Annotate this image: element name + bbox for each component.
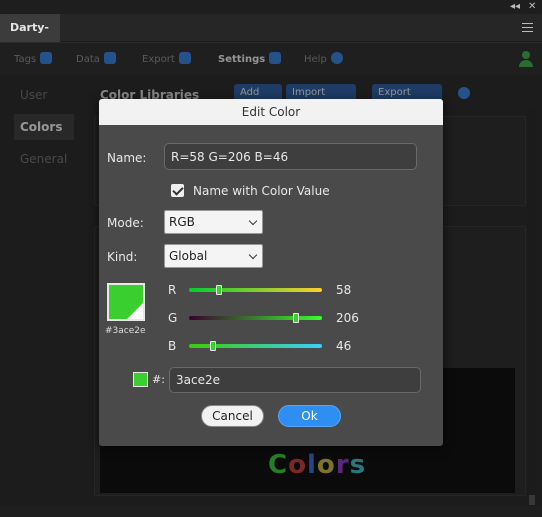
red-channel-label: R xyxy=(168,283,177,297)
blue-channel-label: B xyxy=(168,339,177,353)
green-channel-label: G xyxy=(168,311,178,325)
blue-slider-knob[interactable] xyxy=(209,341,216,351)
red-slider-track[interactable] xyxy=(189,288,322,292)
chevron-down-icon xyxy=(248,216,258,226)
dialog-title: Edit Color xyxy=(99,99,443,125)
kind-label: Kind: xyxy=(107,250,138,264)
panel-titlebar: Darty-Ai. xyxy=(0,14,542,62)
blue-slider-track[interactable] xyxy=(189,344,322,348)
green-slider-track[interactable] xyxy=(189,316,322,320)
red-value: 58 xyxy=(336,283,352,297)
cancel-button[interactable]: Cancel xyxy=(201,405,264,427)
menu-icon[interactable] xyxy=(522,23,533,32)
green-slider-knob[interactable] xyxy=(293,313,300,323)
window-top-strip: ◂◂ ✕ xyxy=(0,0,542,14)
hex-input[interactable] xyxy=(169,367,421,393)
kind-select-value: Global xyxy=(169,249,208,263)
name-label: Name: xyxy=(107,151,147,165)
close-panel-icon[interactable]: ✕ xyxy=(528,1,536,12)
mode-select-value: RGB xyxy=(169,215,195,229)
status-bar xyxy=(0,506,542,517)
chevron-down-icon xyxy=(248,250,258,260)
name-with-value-checkbox[interactable] xyxy=(171,184,184,197)
swatch-hex-label: #3ace2e xyxy=(105,326,146,336)
mode-label: Mode: xyxy=(107,216,144,230)
green-value: 206 xyxy=(336,311,359,325)
hex-label: #: xyxy=(152,373,165,386)
ok-button[interactable]: Ok xyxy=(278,405,341,427)
kind-select[interactable]: Global xyxy=(164,244,263,268)
red-slider-knob[interactable] xyxy=(216,285,223,295)
color-preview-swatch xyxy=(107,283,145,321)
mode-select[interactable]: RGB xyxy=(164,210,263,234)
blue-value: 46 xyxy=(336,339,352,353)
hex-color-swatch xyxy=(133,372,148,387)
color-name-input[interactable] xyxy=(164,143,417,170)
checkbox-label: Name with Color Value xyxy=(193,184,330,198)
app-tab[interactable]: Darty-Ai. xyxy=(0,14,60,62)
collapse-panel-icon[interactable]: ◂◂ xyxy=(510,1,520,12)
edit-color-dialog: Edit Color Name: Name with Color Value M… xyxy=(99,99,443,446)
